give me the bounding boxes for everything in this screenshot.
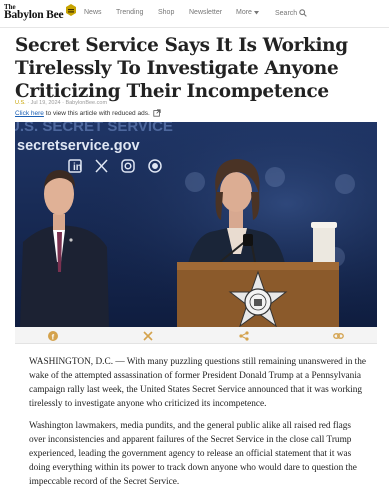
photo-banner-text: secretservice.gov [17,138,140,154]
nav-more[interactable]: More [236,9,259,16]
photo-top-text: U.S. SECRET SERVICE [15,122,173,135]
nav-trending[interactable]: Trending [116,9,143,16]
article-photo: U.S. SECRET SERVICE secretservice.gov in [15,122,377,327]
x-icon [142,330,153,341]
link-icon [333,332,344,339]
site-header: The Babylon Bee News Trending Shop Newsl… [0,0,389,28]
svg-text:in: in [73,162,82,173]
nav-search-label: Search [275,9,298,17]
nav-newsletter[interactable]: Newsletter [189,9,222,16]
article-title: Secret Service Says It Is Working Tirele… [15,35,348,102]
search-icon [299,9,307,17]
share-icon [238,330,249,341]
article-body: WASHINGTON, D.C. — With many puzzling qu… [29,355,369,497]
press-conference-image: U.S. SECRET SERVICE secretservice.gov in [15,122,377,327]
caret-down-icon [253,10,259,14]
facebook-share-button[interactable]: f [47,330,58,341]
nav-shop[interactable]: Shop [158,9,174,16]
article-date-source: · Jul 19, 2024 · BabylonBee.com [25,100,108,106]
nav-more-label: More [236,9,252,16]
facebook-icon: f [47,330,58,341]
native-share-button[interactable] [238,330,249,341]
x-share-button[interactable] [142,330,153,341]
article-meta: U.S. · Jul 19, 2024 · BabylonBee.com [15,100,107,106]
podium [177,262,339,327]
reduced-ads-notice: Click here to view this article with red… [15,109,161,117]
copy-link-button[interactable] [333,330,344,341]
reduced-ads-link[interactable]: Click here [15,110,44,117]
article-paragraph: WASHINGTON, D.C. — With many puzzling qu… [29,357,367,409]
nav-search[interactable]: Search [275,9,307,17]
share-bar: f [15,327,377,344]
nav-news[interactable]: News [84,9,102,16]
reduced-ads-text: to view this article with reduced ads. [43,109,150,117]
article-category[interactable]: U.S. [15,100,26,106]
external-link-icon[interactable] [153,109,161,117]
site-logo[interactable]: The Babylon Bee [4,3,78,25]
bee-icon [66,4,76,16]
logo-name: Babylon Bee [4,9,64,21]
article-paragraph: Washington lawmakers, media pundits, and… [29,421,357,487]
